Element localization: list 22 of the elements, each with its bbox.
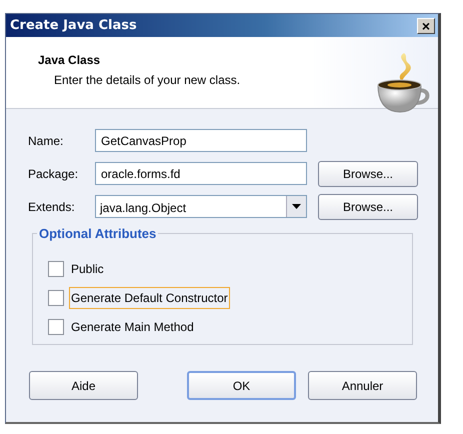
close-button[interactable]: × bbox=[417, 18, 435, 34]
checkbox-label[interactable]: Generate Main Method bbox=[69, 316, 196, 338]
header-subtitle: Enter the details of your new class. bbox=[53, 72, 240, 89]
browse-button[interactable]: Browse... bbox=[318, 194, 418, 220]
header-title: Java Class bbox=[38, 52, 102, 69]
name-field[interactable]: GetCanvasProp bbox=[95, 129, 307, 152]
field-label: Name: bbox=[28, 132, 64, 150]
help-button[interactable]: Aide bbox=[29, 371, 138, 400]
window-title: Create Java Class bbox=[10, 16, 137, 35]
field-label: Extends: bbox=[28, 198, 76, 216]
checkbox-label[interactable]: Public bbox=[69, 258, 106, 280]
checkbox-label[interactable]: Generate Default Constructor bbox=[69, 286, 230, 308]
cancel-button[interactable]: Annuler bbox=[308, 371, 417, 400]
browse-button[interactable]: Browse... bbox=[318, 160, 418, 186]
package-field[interactable]: oracle.forms.fd bbox=[95, 162, 307, 185]
checkbox[interactable] bbox=[48, 318, 64, 334]
field-label: Package: bbox=[28, 166, 80, 182]
class-combo-box[interactable]: java.lang.Object bbox=[95, 195, 307, 218]
checkbox[interactable] bbox=[48, 290, 64, 306]
dropdown-arrow-icon[interactable] bbox=[292, 204, 301, 209]
checkbox[interactable] bbox=[48, 260, 64, 276]
ok-button[interactable]: OK bbox=[187, 371, 296, 400]
